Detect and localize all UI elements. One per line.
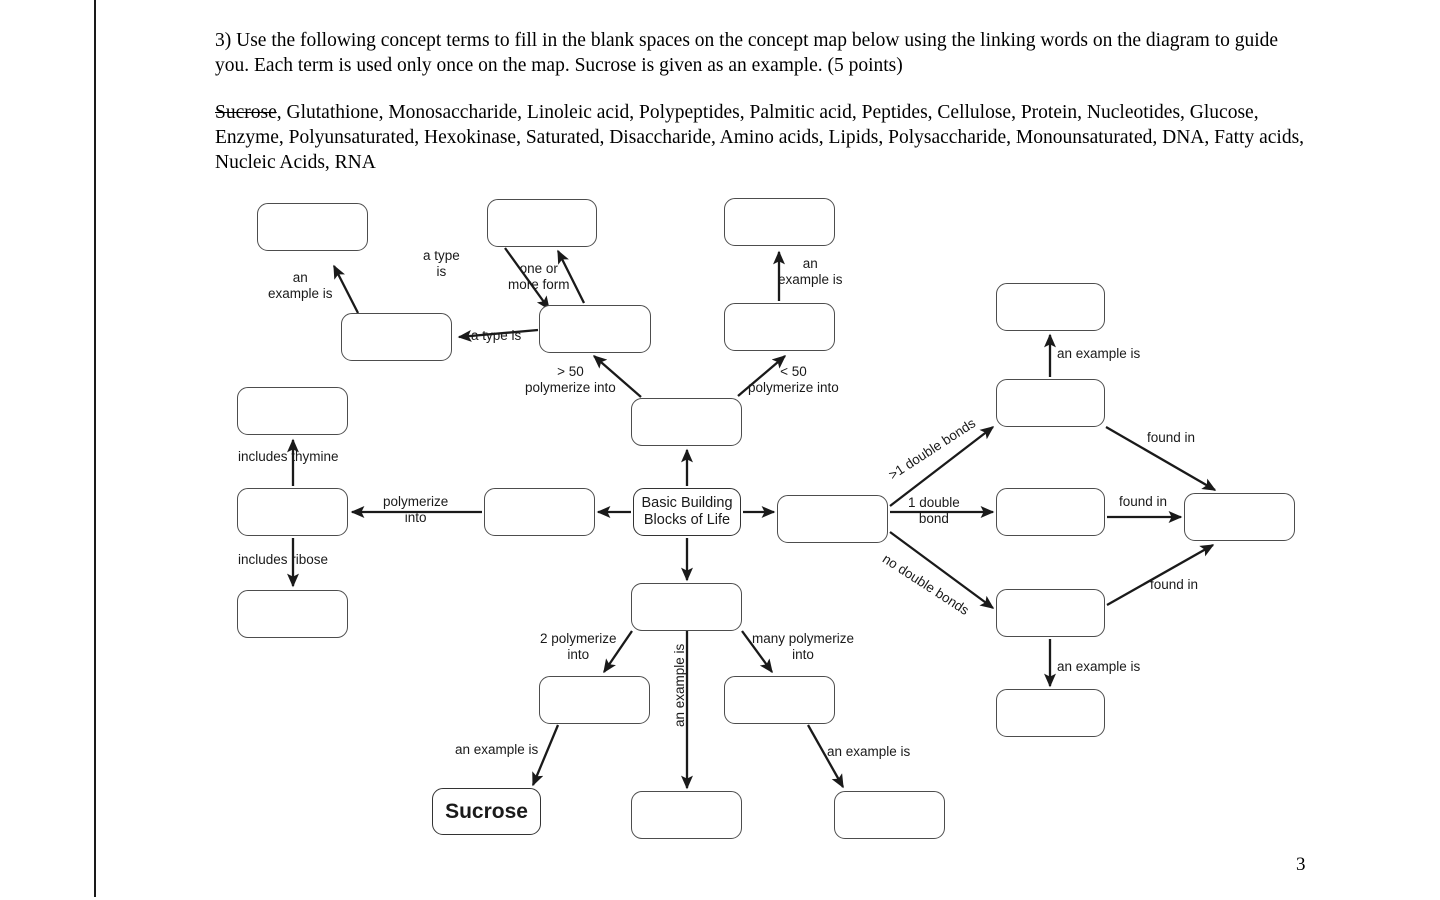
concept-node-blank[interactable]	[631, 583, 742, 631]
link-label-2-polymerize-into: 2 polymerize into	[540, 631, 617, 662]
link-label-found-in: found in	[1147, 430, 1196, 445]
link-label-an-example-is: an example is	[1057, 346, 1141, 361]
concept-map-edge	[332, 264, 360, 314]
link-label-includes-ribose: includes ribose	[238, 552, 329, 567]
concept-node-blank[interactable]	[237, 590, 348, 638]
concept-node-blank[interactable]	[996, 283, 1105, 331]
concept-node-blank[interactable]	[996, 689, 1105, 737]
link-label-50-polymerize-into: > 50 polymerize into	[525, 364, 616, 395]
concept-node-blank[interactable]	[237, 387, 348, 435]
concept-node-blank[interactable]	[834, 791, 945, 839]
link-label-an-example-is: an example is	[778, 256, 843, 287]
concept-node-sucrose[interactable]: Sucrose	[432, 788, 541, 835]
concept-node-label: Basic Building Blocks of Life	[641, 495, 733, 528]
concept-node-blank[interactable]	[631, 791, 742, 839]
concept-node-blank[interactable]	[257, 203, 368, 251]
link-label-includes-thymine: includes thymine	[238, 449, 339, 464]
concept-node-basic-building-blocks-of-life[interactable]: Basic Building Blocks of Life	[633, 488, 741, 536]
link-label-1-double-bond: 1 double bond	[908, 495, 960, 526]
concept-node-label: Sucrose	[445, 800, 528, 823]
link-label-an-example-is: an example is	[672, 643, 687, 727]
concept-node-blank[interactable]	[341, 313, 452, 361]
link-label-an-example-is: an example is	[268, 270, 333, 301]
concept-map: Basic Building Blocks of Life Sucrose an ex…	[0, 0, 1440, 900]
link-label-many-polymerize-into: many polymerize into	[752, 631, 855, 662]
concept-node-blank[interactable]	[724, 676, 835, 724]
link-label-50-polymerize-into: < 50 polymerize into	[748, 364, 839, 395]
concept-node-blank[interactable]	[996, 589, 1105, 637]
link-label-one-or-more-form: one or more form	[508, 261, 570, 292]
concept-node-blank[interactable]	[631, 398, 742, 446]
concept-node-blank[interactable]	[539, 676, 650, 724]
concept-node-blank[interactable]	[777, 495, 888, 543]
link-label-a-type-is: a type is	[471, 328, 522, 343]
link-label-found-in: found in	[1150, 577, 1199, 592]
concept-node-blank[interactable]	[484, 488, 595, 536]
concept-node-blank[interactable]	[996, 379, 1105, 427]
concept-node-blank[interactable]	[996, 488, 1105, 536]
link-label-found-in: found in	[1119, 494, 1168, 509]
link-label-an-example-is: an example is	[1057, 659, 1141, 674]
link-label-an-example-is: an example is	[455, 742, 539, 757]
concept-map-edges	[287, 247, 1217, 790]
concept-map-edge	[1106, 543, 1215, 607]
link-label-a-type-is: a type is	[423, 248, 460, 279]
concept-node-blank[interactable]	[487, 199, 597, 247]
concept-node-blank[interactable]	[724, 198, 835, 246]
concept-node-blank[interactable]	[237, 488, 348, 536]
concept-node-blank[interactable]	[1184, 493, 1295, 541]
concept-node-blank[interactable]	[539, 305, 651, 353]
link-label-polymerize-into: polymerize into	[383, 494, 449, 525]
link-label-an-example-is: an example is	[827, 744, 911, 759]
concept-node-blank[interactable]	[724, 303, 835, 351]
